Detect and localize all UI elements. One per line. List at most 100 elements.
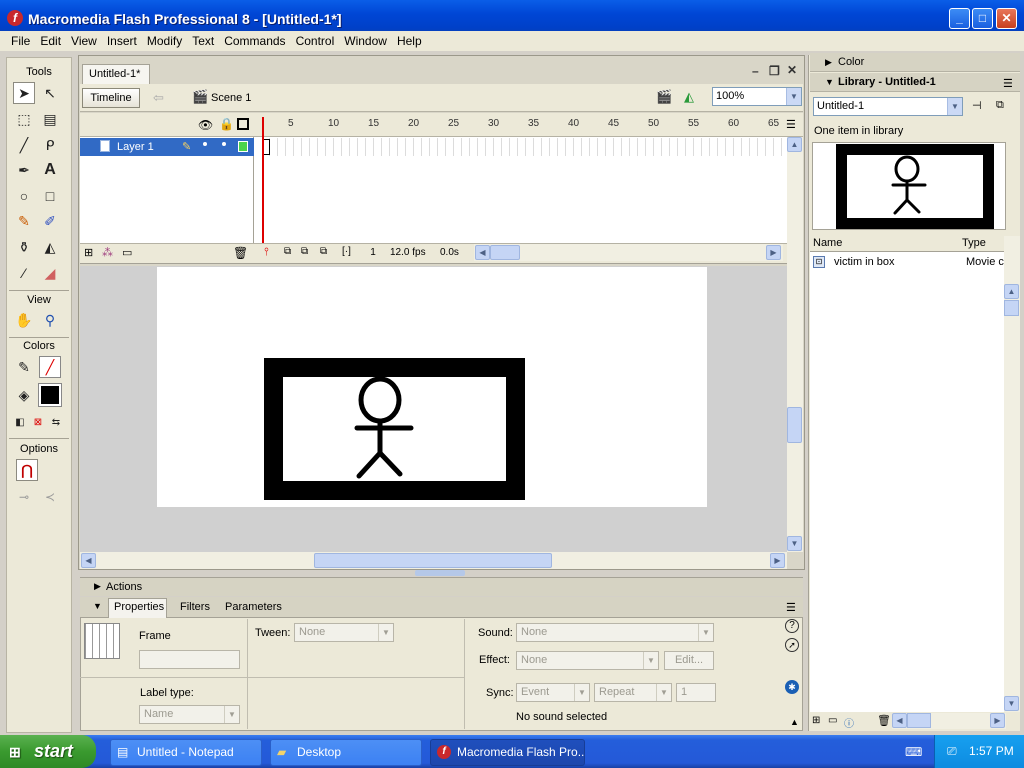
- close-button[interactable]: ✕: [996, 8, 1017, 29]
- scroll-left-icon[interactable]: ◀: [475, 245, 490, 260]
- actions-panel-header[interactable]: ▶ Actions: [80, 577, 803, 596]
- frames-grid[interactable]: [262, 138, 785, 156]
- lock-layers-icon[interactable]: 🔒: [219, 117, 234, 131]
- victim-in-box-symbol[interactable]: [264, 358, 525, 500]
- help-icon[interactable]: ?: [785, 619, 799, 633]
- snap-to-objects-icon[interactable]: ⋂: [16, 459, 38, 481]
- accessibility-icon[interactable]: ➚: [785, 638, 799, 652]
- add-motion-guide-icon[interactable]: ⁂: [102, 246, 113, 259]
- tab-properties[interactable]: Properties: [114, 601, 164, 613]
- scroll-thumb[interactable]: [787, 407, 802, 443]
- color-panel-header[interactable]: Color: [810, 53, 1020, 72]
- subselection-tool-icon[interactable]: ↖: [39, 82, 61, 104]
- text-tool-icon[interactable]: A: [39, 159, 61, 181]
- menu-insert[interactable]: Insert: [102, 31, 142, 51]
- column-name[interactable]: Name: [813, 237, 842, 249]
- selection-tool-icon[interactable]: ➤: [13, 82, 35, 104]
- collapse-arrow-icon[interactable]: ▼: [825, 77, 834, 87]
- zoom-select[interactable]: 100% ▼: [712, 87, 802, 106]
- stroke-color-icon[interactable]: ✎: [13, 356, 35, 378]
- scroll-up-icon[interactable]: ▲: [787, 137, 802, 152]
- delete-layer-icon[interactable]: 🗑: [233, 246, 248, 260]
- new-symbol-icon[interactable]: ⊞: [812, 715, 820, 726]
- task-desktop[interactable]: ▰ Desktop: [270, 739, 422, 766]
- back-arrow-icon[interactable]: ⇦: [153, 90, 164, 106]
- gradient-transform-tool-icon[interactable]: ▤: [39, 108, 61, 130]
- onion-skin-icon[interactable]: ⧉: [284, 246, 291, 257]
- edit-scene-icon[interactable]: 🎬: [656, 89, 672, 105]
- collapse-arrow-icon[interactable]: ▼: [93, 601, 102, 611]
- edit-sound-icon[interactable]: ✱: [785, 680, 799, 694]
- task-notepad[interactable]: ▤ Untitled - Notepad: [110, 739, 262, 766]
- timeline-horizontal-scrollbar[interactable]: ◀ ▶: [474, 244, 783, 261]
- new-folder-icon[interactable]: ▭: [828, 715, 837, 726]
- timeline-menu-icon[interactable]: ☰: [786, 118, 796, 131]
- ink-bottle-tool-icon[interactable]: ⚱: [13, 236, 35, 258]
- onion-skin-outlines-icon[interactable]: ⧉: [301, 246, 308, 257]
- insert-layer-folder-icon[interactable]: ▭: [122, 246, 132, 259]
- doc-restore-icon[interactable]: ❐: [769, 64, 780, 78]
- frame-ruler[interactable]: 5 10 15 20 25 30 35 40 45 50 55 60 65: [262, 116, 785, 134]
- delete-icon[interactable]: 🗑: [877, 714, 891, 727]
- insert-layer-icon[interactable]: ⊞: [84, 246, 93, 259]
- scroll-thumb[interactable]: [490, 245, 520, 260]
- menu-edit[interactable]: Edit: [35, 31, 66, 51]
- menu-modify[interactable]: Modify: [142, 31, 187, 51]
- new-library-panel-icon[interactable]: ⧉: [996, 99, 1004, 112]
- eraser-tool-icon[interactable]: ◢: [39, 262, 61, 284]
- scroll-left-icon[interactable]: ◀: [892, 713, 907, 728]
- scroll-right-icon[interactable]: ▶: [990, 713, 1005, 728]
- lasso-tool-icon[interactable]: ᑭ: [39, 134, 61, 156]
- menu-commands[interactable]: Commands: [219, 31, 290, 51]
- layer-outline-color-icon[interactable]: [238, 141, 248, 152]
- sound-select[interactable]: None ▼: [516, 623, 714, 642]
- task-flash[interactable]: f Macromedia Flash Pro...: [430, 739, 585, 766]
- effect-select[interactable]: None ▼: [516, 651, 659, 670]
- playhead[interactable]: [262, 117, 264, 245]
- stage-horizontal-scrollbar[interactable]: ◀ ▶: [80, 552, 787, 569]
- menu-view[interactable]: View: [66, 31, 102, 51]
- layer-name[interactable]: Layer 1: [117, 141, 154, 153]
- doc-close-icon[interactable]: ✕: [787, 63, 797, 77]
- fill-color-swatch[interactable]: [38, 383, 62, 407]
- scroll-thumb[interactable]: [907, 713, 931, 728]
- edit-envelope-button[interactable]: Edit...: [664, 651, 714, 670]
- scroll-thumb[interactable]: [314, 553, 552, 568]
- brush-tool-icon[interactable]: ✐: [39, 210, 61, 232]
- chevron-down-icon[interactable]: ▼: [786, 88, 801, 105]
- library-panel-header[interactable]: Library - Untitled-1: [810, 73, 1020, 92]
- scroll-left-icon[interactable]: ◀: [81, 553, 96, 568]
- panel-splitter[interactable]: [415, 570, 465, 576]
- scroll-right-icon[interactable]: ▶: [770, 553, 785, 568]
- keyframe[interactable]: [263, 139, 270, 155]
- column-type[interactable]: Type: [962, 237, 986, 249]
- start-button[interactable]: ⊞ start: [0, 735, 96, 768]
- panel-menu-icon[interactable]: ☰: [786, 601, 796, 614]
- menu-help[interactable]: Help: [392, 31, 427, 51]
- scroll-up-icon[interactable]: ▲: [1004, 284, 1019, 299]
- repeat-select[interactable]: Repeat ▼: [594, 683, 672, 702]
- tab-filters[interactable]: Filters: [180, 601, 210, 613]
- hand-tool-icon[interactable]: ✋: [13, 309, 35, 331]
- zoom-tool-icon[interactable]: ⚲: [39, 309, 61, 331]
- document-tab[interactable]: Untitled-1*: [82, 64, 150, 85]
- modify-onion-markers-icon[interactable]: [·]: [342, 246, 351, 257]
- edit-symbols-icon[interactable]: ◭: [684, 89, 694, 105]
- scroll-down-icon[interactable]: ▼: [1004, 696, 1019, 711]
- fill-color-icon[interactable]: ◈: [13, 384, 35, 406]
- straighten-icon[interactable]: ≺: [39, 486, 61, 508]
- menu-control[interactable]: Control: [291, 31, 340, 51]
- outline-layers-icon[interactable]: [237, 118, 249, 130]
- repeat-count-input[interactable]: 1: [676, 683, 716, 702]
- show-hide-layers-icon[interactable]: 👁: [198, 118, 213, 132]
- network-icon[interactable]: ⎚: [947, 744, 957, 759]
- smooth-icon[interactable]: ⊸: [13, 486, 35, 508]
- center-frame-icon[interactable]: ⫯: [264, 246, 269, 259]
- pin-library-icon[interactable]: ⊣: [972, 99, 982, 112]
- pencil-tool-icon[interactable]: ✎: [13, 210, 35, 232]
- collapse-icon[interactable]: ▲: [790, 717, 799, 727]
- rectangle-tool-icon[interactable]: □: [39, 185, 61, 207]
- label-type-select[interactable]: Name ▼: [139, 705, 240, 724]
- properties-icon[interactable]: ⓘ: [844, 715, 854, 730]
- menu-text[interactable]: Text: [187, 31, 219, 51]
